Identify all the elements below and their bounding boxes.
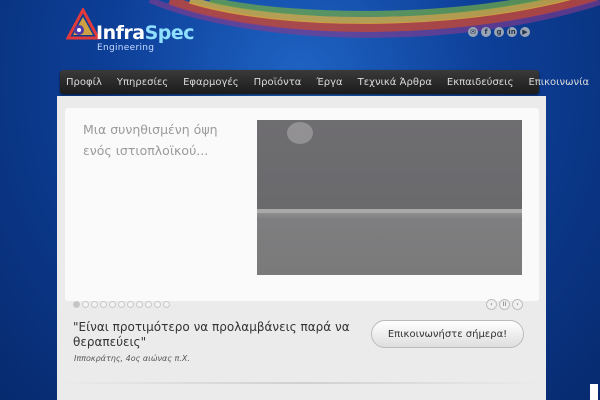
nav-item-services[interactable]: Υπηρεσίες bbox=[117, 77, 168, 88]
nav-item-contact[interactable]: Επικοινωνία bbox=[528, 77, 589, 88]
logo[interactable]: InfraSpec Engineering bbox=[66, 8, 196, 58]
logo-triangle-icon bbox=[66, 8, 100, 40]
main-navigation: Προφίλ Υπηρεσίες Εφαρμογές Προϊόντα Έργα… bbox=[60, 70, 589, 94]
slider-dot[interactable] bbox=[100, 301, 107, 308]
nav-item-trainings[interactable]: Εκπαιδεύσεις bbox=[447, 77, 514, 88]
contact-today-button[interactable]: Επικοινωνήστε σήμερα! bbox=[371, 320, 524, 348]
prev-slide-icon[interactable]: ‹ bbox=[486, 299, 497, 310]
nav-item-technical-articles[interactable]: Τεχνικά Άρθρα bbox=[358, 77, 432, 88]
slider-dot[interactable] bbox=[109, 301, 116, 308]
slider-dot[interactable] bbox=[163, 301, 170, 308]
slider-dot[interactable] bbox=[154, 301, 161, 308]
quote-text: "Είναι προτιμότερο να προλαμβάνεις παρά … bbox=[73, 320, 350, 349]
slider-controls: ‹ II › bbox=[486, 299, 523, 310]
social-links: ✉ f g in ▶ bbox=[468, 27, 530, 37]
quote-attribution: Ιπποκράτης, 4ος αιώνας π.Χ. bbox=[74, 354, 190, 363]
corner-badge bbox=[590, 384, 598, 400]
logo-tagline: Engineering bbox=[97, 43, 155, 53]
slider-pagination bbox=[73, 301, 170, 308]
nav-item-products[interactable]: Προϊόντα bbox=[254, 77, 302, 88]
youtube-icon[interactable]: ▶ bbox=[520, 27, 530, 37]
slide-caption: Μια συνηθισμένη όψη ενός ιστιοπλοϊκού... bbox=[83, 122, 218, 158]
nav-item-projects[interactable]: Έργα bbox=[316, 77, 342, 88]
mail-icon[interactable]: ✉ bbox=[468, 27, 478, 37]
slider-dot[interactable] bbox=[145, 301, 152, 308]
slide-video[interactable] bbox=[257, 120, 522, 275]
google-plus-icon[interactable]: g bbox=[494, 27, 504, 37]
video-glare bbox=[287, 122, 313, 144]
logo-name-spec: Spec bbox=[144, 22, 195, 44]
main-content: Μια συνηθισμένη όψη ενός ιστιοπλοϊκού...… bbox=[57, 96, 546, 400]
nav-item-profile[interactable]: Προφίλ bbox=[66, 77, 102, 88]
video-railing bbox=[257, 209, 522, 213]
next-slide-icon[interactable]: › bbox=[512, 299, 523, 310]
slider-dot[interactable] bbox=[91, 301, 98, 308]
slider-dot[interactable] bbox=[73, 301, 80, 308]
slider-dot[interactable] bbox=[136, 301, 143, 308]
slider-dot[interactable] bbox=[82, 301, 89, 308]
section-divider bbox=[57, 382, 546, 384]
slider-dot[interactable] bbox=[127, 301, 134, 308]
image-slider: Μια συνηθισμένη όψη ενός ιστιοπλοϊκού...… bbox=[65, 108, 539, 310]
logo-wordmark: InfraSpec bbox=[96, 22, 195, 44]
pause-slide-icon[interactable]: II bbox=[499, 299, 510, 310]
logo-name-infra: Infra bbox=[96, 22, 145, 44]
slider-dot[interactable] bbox=[118, 301, 125, 308]
linkedin-icon[interactable]: in bbox=[507, 27, 517, 37]
nav-item-applications[interactable]: Εφαρμογές bbox=[183, 77, 239, 88]
facebook-icon[interactable]: f bbox=[481, 27, 491, 37]
